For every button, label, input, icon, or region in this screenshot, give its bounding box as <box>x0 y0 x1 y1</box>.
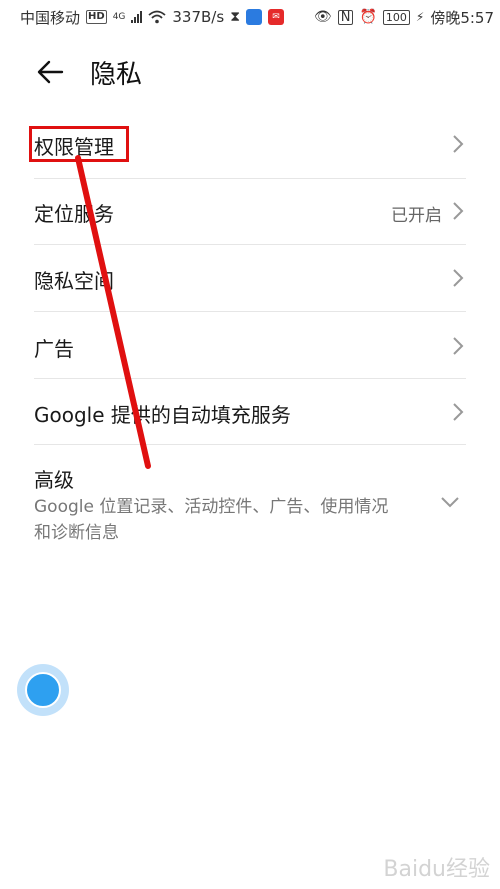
network-speed: 337B/s <box>172 8 225 26</box>
hourglass-icon: ⧗ <box>230 9 241 25</box>
nfc-icon: N <box>337 9 354 25</box>
signal-icon <box>131 11 143 23</box>
floating-button-core <box>25 672 61 708</box>
network-gen-label: 4G <box>112 12 126 22</box>
chevron-right-icon <box>453 269 464 287</box>
clock: 傍晚5:57 <box>430 8 494 27</box>
floating-assistive-button[interactable] <box>17 664 69 716</box>
divider <box>34 378 466 379</box>
chevron-right-icon <box>453 202 464 220</box>
wifi-icon <box>148 10 166 24</box>
settings-item-label: 广告 <box>34 337 74 361</box>
alarm-icon: ⏰ <box>359 9 377 25</box>
divider <box>34 311 466 312</box>
settings-item-value: 已开启 <box>391 206 442 226</box>
app-notification-icon-red: ✉ <box>268 9 285 25</box>
settings-item-subtitle: Google 位置记录、活动控件、广告、使用情况和诊断信息 <box>34 497 389 543</box>
status-bar: 中国移动 HD 4G 337B/s ⧗ ✉ 👁 N ⏰ 100 ⚡ 傍晚5:57 <box>0 0 500 34</box>
divider <box>34 444 466 445</box>
charging-icon: ⚡ <box>415 10 425 24</box>
settings-item-label: Google 提供的自动填充服务 <box>34 403 291 427</box>
settings-item-label: 隐私空间 <box>34 269 114 293</box>
hd-badge: HD <box>86 10 107 24</box>
settings-item-label: 定位服务 <box>34 202 114 226</box>
app-notification-icon <box>246 9 263 25</box>
divider <box>34 244 466 245</box>
page-title: 隐私 <box>90 60 143 90</box>
chevron-right-icon <box>453 337 464 355</box>
carrier-label: 中国移动 <box>20 8 81 27</box>
settings-item-location[interactable]: 定位服务 已开启 <box>34 193 466 245</box>
chevron-down-icon <box>441 497 459 508</box>
status-bar-right: 👁 N ⏰ 100 ⚡ 傍晚5:57 <box>314 7 494 28</box>
settings-item-google-autofill[interactable]: Google 提供的自动填充服务 <box>34 394 466 446</box>
settings-item-label: 高级 <box>34 468 74 492</box>
settings-item-advanced[interactable]: 高级 Google 位置记录、活动控件、广告、使用情况和诊断信息 <box>34 460 466 550</box>
watermark-logo: Baidu经验 <box>383 857 490 882</box>
settings-item-ads[interactable]: 广告 <box>34 328 466 380</box>
settings-item-private-space[interactable]: 隐私空间 <box>34 260 466 312</box>
eye-icon: 👁 <box>313 9 332 25</box>
annotation-highlight-box <box>29 126 129 162</box>
app-header: 隐私 <box>0 52 500 96</box>
status-bar-left: 中国移动 HD 4G 337B/s ⧗ ✉ <box>20 7 285 28</box>
arrow-left-icon[interactable] <box>34 56 66 88</box>
chevron-right-icon <box>453 135 464 153</box>
chevron-right-icon <box>453 403 464 421</box>
battery-icon: 100 <box>382 9 410 25</box>
divider <box>34 178 466 179</box>
